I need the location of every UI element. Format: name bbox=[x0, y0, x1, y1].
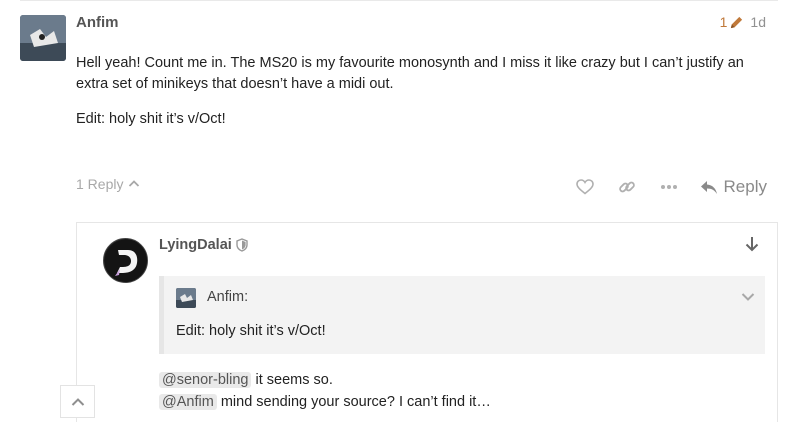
user-mention[interactable]: @Anfim bbox=[159, 394, 217, 410]
reply-text: mind sending your source? I can’t find i… bbox=[216, 394, 491, 410]
post-actions: Reply bbox=[564, 173, 775, 201]
reply-username[interactable]: LyingDalai bbox=[159, 237, 232, 253]
top-divider bbox=[20, 0, 778, 1]
reply-button-label: Reply bbox=[723, 177, 767, 196]
reply-arrow-icon bbox=[700, 180, 717, 194]
avatar[interactable] bbox=[103, 238, 148, 283]
heart-icon bbox=[575, 179, 594, 195]
show-replies-button[interactable]: 1 Reply bbox=[76, 176, 140, 192]
edit-history-button[interactable]: 1 bbox=[720, 14, 745, 30]
quote-text: Edit: holy shit it’s v/Oct! bbox=[176, 323, 326, 339]
reply-text: it seems so. bbox=[251, 372, 333, 388]
reply-username-group: LyingDalai bbox=[159, 237, 248, 253]
reply-button[interactable]: Reply bbox=[690, 173, 775, 201]
avatar[interactable] bbox=[20, 15, 66, 61]
reply-line: @Anfim mind sending your source? I can’t… bbox=[159, 391, 491, 413]
post-username[interactable]: Anfim bbox=[76, 14, 119, 31]
post-meta: 1 1d bbox=[720, 14, 766, 30]
ellipsis-icon bbox=[660, 185, 677, 189]
chevron-up-icon bbox=[71, 397, 84, 406]
post-paragraph: Edit: holy shit it’s v/Oct! bbox=[76, 111, 226, 127]
more-actions-button[interactable] bbox=[648, 173, 690, 201]
like-button[interactable] bbox=[564, 173, 606, 201]
quote-block: Anfim: Edit: holy shit it’s v/Oct! bbox=[159, 276, 765, 354]
pencil-icon bbox=[731, 16, 743, 28]
reply-line: @senor-bling it seems so. bbox=[159, 369, 491, 391]
edit-count: 1 bbox=[719, 14, 728, 30]
copy-link-button[interactable] bbox=[606, 173, 648, 201]
shield-icon bbox=[236, 238, 248, 252]
quote-author[interactable]: Anfim: bbox=[207, 289, 248, 305]
embedded-reply: LyingDalai Anfim: Edit: holy shit it’s v… bbox=[76, 222, 778, 422]
chevron-down-icon bbox=[741, 293, 755, 301]
user-mention[interactable]: @senor-bling bbox=[159, 372, 252, 388]
post-body: Hell yeah! Count me in. The MS20 is my f… bbox=[76, 53, 756, 144]
reply-body: @senor-bling it seems so. @Anfim mind se… bbox=[159, 369, 491, 413]
replies-count: 1 Reply bbox=[76, 176, 124, 192]
quote-avatar bbox=[176, 288, 196, 308]
scroll-to-top-button[interactable] bbox=[60, 385, 95, 418]
chevron-up-icon bbox=[129, 180, 140, 187]
jump-to-post-button[interactable] bbox=[745, 236, 759, 257]
link-icon bbox=[618, 181, 635, 193]
arrow-down-icon bbox=[745, 237, 759, 252]
post-paragraph: Hell yeah! Count me in. The MS20 is my f… bbox=[76, 55, 744, 92]
post-date[interactable]: 1d bbox=[750, 14, 766, 30]
collapse-quote-button[interactable] bbox=[741, 289, 755, 307]
